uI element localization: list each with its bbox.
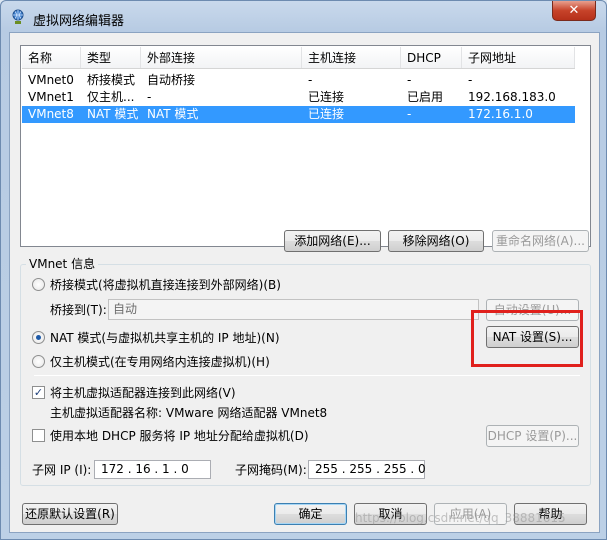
- dhcp-settings-button[interactable]: DHCP 设置(P)...: [486, 425, 579, 447]
- cell-type: 桥接模式: [87, 73, 136, 87]
- column-header-type[interactable]: 类型: [81, 47, 141, 68]
- cell-name: VMnet8: [28, 107, 74, 121]
- connect-adapter-label[interactable]: 将主机虚拟适配器连接到此网络(V): [50, 386, 236, 400]
- column-header-dhcp[interactable]: DHCP: [401, 47, 462, 68]
- column-header-external[interactable]: 外部连接: [141, 47, 302, 68]
- cell-subnet: 172.16.1.0: [468, 107, 533, 121]
- cell-external: NAT 模式: [147, 107, 199, 121]
- rename-network-button[interactable]: 重命名网络(A)...: [492, 230, 589, 252]
- cell-dhcp: 已启用: [407, 90, 444, 104]
- network-globe-icon: [12, 9, 24, 24]
- cell-dhcp: -: [407, 107, 412, 121]
- cell-subnet: -: [468, 73, 473, 87]
- bridged-radio[interactable]: [32, 278, 45, 291]
- nat-option-label[interactable]: NAT 模式(与虚拟机共享主机的 IP 地址)(N): [50, 331, 280, 345]
- subnet-ip-label: 子网 IP (I):: [32, 463, 92, 477]
- cell-host: -: [308, 73, 313, 87]
- add-network-button[interactable]: 添加网络(E)...: [284, 230, 381, 252]
- bridge-to-select[interactable]: 自动: [108, 299, 479, 320]
- table-row[interactable]: VMnet1 仅主机... - 已连接 已启用 192.168.183.0: [22, 89, 575, 106]
- cell-name: VMnet1: [28, 90, 74, 104]
- cell-type: NAT 模式: [87, 107, 139, 121]
- use-dhcp-checkbox[interactable]: [32, 429, 45, 442]
- table-row-selected[interactable]: VMnet8 NAT 模式 NAT 模式 已连接 - 172.16.1.0: [22, 106, 575, 123]
- cell-name: VMnet0: [28, 73, 74, 87]
- window-title: 虚拟网络编辑器: [33, 14, 125, 29]
- dialog-client: 名称 类型 外部连接 主机连接 DHCP 子网地址 VMnet0 桥接模式 自动…: [9, 32, 600, 533]
- cell-external: -: [147, 90, 152, 104]
- annotation-highlight-box: [471, 310, 583, 367]
- ok-button[interactable]: 确定: [274, 503, 347, 525]
- cell-external: 自动桥接: [147, 73, 196, 87]
- connect-adapter-checkbox[interactable]: ✓: [32, 386, 45, 399]
- watermark-text: https://blog.csdn.net/qq_38881615: [355, 511, 566, 525]
- subnet-mask-label: 子网掩码(M):: [235, 463, 307, 477]
- host-only-option-label[interactable]: 仅主机模式(在专用网络内连接虚拟机)(H): [50, 355, 270, 369]
- divider: [34, 375, 580, 376]
- remove-network-button[interactable]: 移除网络(O): [388, 230, 484, 252]
- restore-defaults-button[interactable]: 还原默认设置(R): [22, 503, 118, 525]
- cell-subnet: 192.168.183.0: [468, 90, 556, 104]
- cell-type: 仅主机...: [87, 90, 135, 104]
- adapter-name-text: 主机虚拟适配器名称: VMware 网络适配器 VMnet8: [50, 406, 328, 420]
- subnet-ip-field[interactable]: 172 . 16 . 1 . 0: [94, 460, 211, 479]
- vmnet-info-title: VMnet 信息: [26, 257, 99, 271]
- cell-host: 已连接: [308, 107, 345, 121]
- use-dhcp-label[interactable]: 使用本地 DHCP 服务将 IP 地址分配给虚拟机(D): [50, 429, 309, 443]
- subnet-mask-field[interactable]: 255 . 255 . 255 . 0: [308, 460, 426, 479]
- close-button[interactable]: ✕: [552, 1, 596, 21]
- column-header-subnet[interactable]: 子网地址: [462, 47, 575, 68]
- nat-radio[interactable]: [32, 331, 45, 344]
- bridged-option-label[interactable]: 桥接模式(将虚拟机直接连接到外部网络)(B): [50, 278, 281, 292]
- network-list[interactable]: 名称 类型 外部连接 主机连接 DHCP 子网地址 VMnet0 桥接模式 自动…: [20, 45, 591, 247]
- bridge-to-label: 桥接到(T):: [50, 303, 107, 317]
- cell-host: 已连接: [308, 90, 345, 104]
- column-header-host[interactable]: 主机连接: [302, 47, 401, 68]
- column-header-name[interactable]: 名称: [22, 47, 81, 68]
- host-only-radio[interactable]: [32, 355, 45, 368]
- list-header: 名称 类型 外部连接 主机连接 DHCP 子网地址: [22, 47, 575, 69]
- dialog-window: 虚拟网络编辑器 ✕ 名称 类型 外部连接 主机连接 DHCP 子网地址 VMne…: [0, 0, 607, 540]
- cell-dhcp: -: [407, 73, 412, 87]
- title-bar[interactable]: 虚拟网络编辑器 ✕: [1, 1, 606, 33]
- table-row[interactable]: VMnet0 桥接模式 自动桥接 - - -: [22, 72, 575, 89]
